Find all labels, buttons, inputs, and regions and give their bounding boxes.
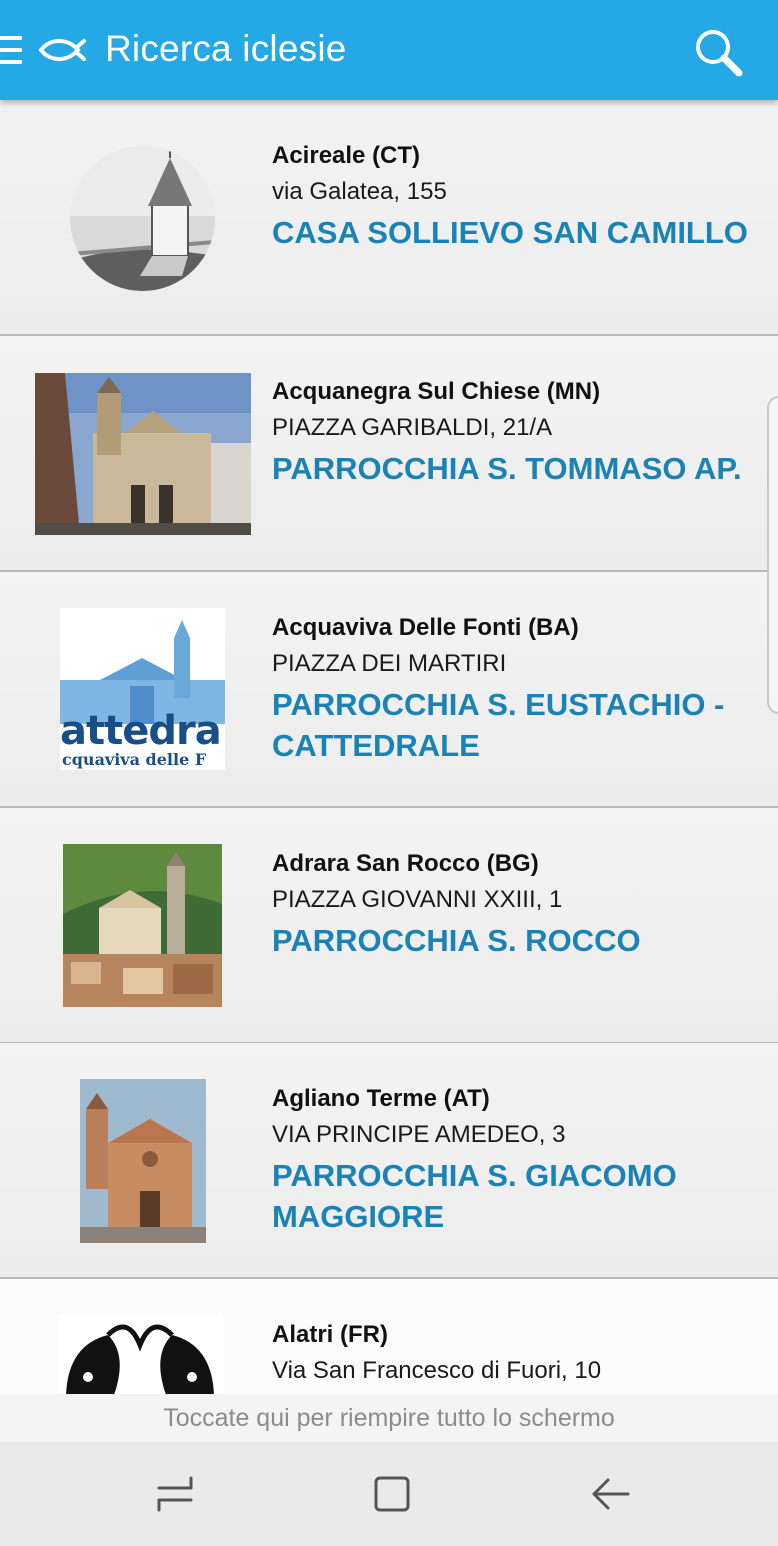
church-city: Agliano Terme (AT) <box>272 1085 490 1112</box>
system-nav-bar <box>0 1442 778 1546</box>
cathedral-logo-text: attedra <box>60 708 222 754</box>
church-list: Acireale (CT) via Galatea, 155 CASA SOLL… <box>0 100 778 1394</box>
list-item[interactable]: Acquanegra Sul Chiese (MN) PIAZZA GARIBA… <box>0 336 778 572</box>
church-name: PARROCCHIA S. EUSTACHIO - CATTEDRALE <box>272 687 725 763</box>
church-name: PARROCCHIA S. TOMMASO AP. <box>272 451 742 486</box>
church-city: Adrara San Rocco (BG) <box>272 850 539 877</box>
app-bar: Ricerca iclesie <box>0 0 778 100</box>
church-city: Acireale (CT) <box>272 142 421 169</box>
church-city: Acquanegra Sul Chiese (MN) <box>272 378 601 405</box>
search-icon[interactable] <box>692 26 744 78</box>
church-photo <box>80 1079 206 1243</box>
church-logo-image <box>58 1315 223 1394</box>
list-item[interactable]: Alatri (FR) Via San Francesco di Fuori, … <box>0 1279 778 1394</box>
church-city: Acquaviva Delle Fonti (BA) <box>272 614 579 641</box>
fullscreen-prompt[interactable]: Toccate qui per riempire tutto lo scherm… <box>0 1394 778 1442</box>
home-icon[interactable] <box>368 1470 416 1518</box>
church-address: Via San Francesco di Fuori, 10 <box>272 1357 602 1384</box>
church-address: PIAZZA GIOVANNI XXIII, 1 <box>272 886 563 913</box>
list-item[interactable]: attedra cquaviva delle F Acquaviva Delle… <box>0 572 778 808</box>
scroll-handle[interactable] <box>767 396 778 714</box>
church-address: PIAZZA GARIBALDI, 21/A <box>272 414 553 441</box>
church-photo <box>63 844 222 1007</box>
recents-icon[interactable] <box>151 1470 199 1518</box>
church-address: PIAZZA DEI MARTIRI <box>272 650 507 677</box>
church-city: Alatri (FR) <box>272 1321 388 1348</box>
church-name: PARROCCHIA S. GIACOMO MAGGIORE <box>272 1158 677 1234</box>
cathedral-logo-subtext: cquaviva delle F <box>62 750 207 769</box>
cathedral-logo-image: attedra cquaviva delle F <box>60 608 225 770</box>
list-item[interactable]: Acireale (CT) via Galatea, 155 CASA SOLL… <box>0 100 778 336</box>
church-placeholder-image <box>70 146 215 291</box>
church-name: PARROCCHIA S. ROCCO <box>272 923 641 958</box>
app-title: Ricerca iclesie <box>105 28 347 69</box>
church-photo <box>35 373 251 535</box>
list-item[interactable]: Adrara San Rocco (BG) PIAZZA GIOVANNI XX… <box>0 808 778 1044</box>
fish-icon <box>38 35 86 65</box>
church-address: via Galatea, 155 <box>272 178 447 205</box>
list-item[interactable]: Agliano Terme (AT) VIA PRINCIPE AMEDEO, … <box>0 1043 778 1279</box>
church-address: VIA PRINCIPE AMEDEO, 3 <box>272 1121 566 1148</box>
menu-icon[interactable] <box>0 36 22 66</box>
church-name: CASA SOLLIEVO SAN CAMILLO <box>272 215 748 250</box>
back-icon[interactable] <box>586 1470 634 1518</box>
